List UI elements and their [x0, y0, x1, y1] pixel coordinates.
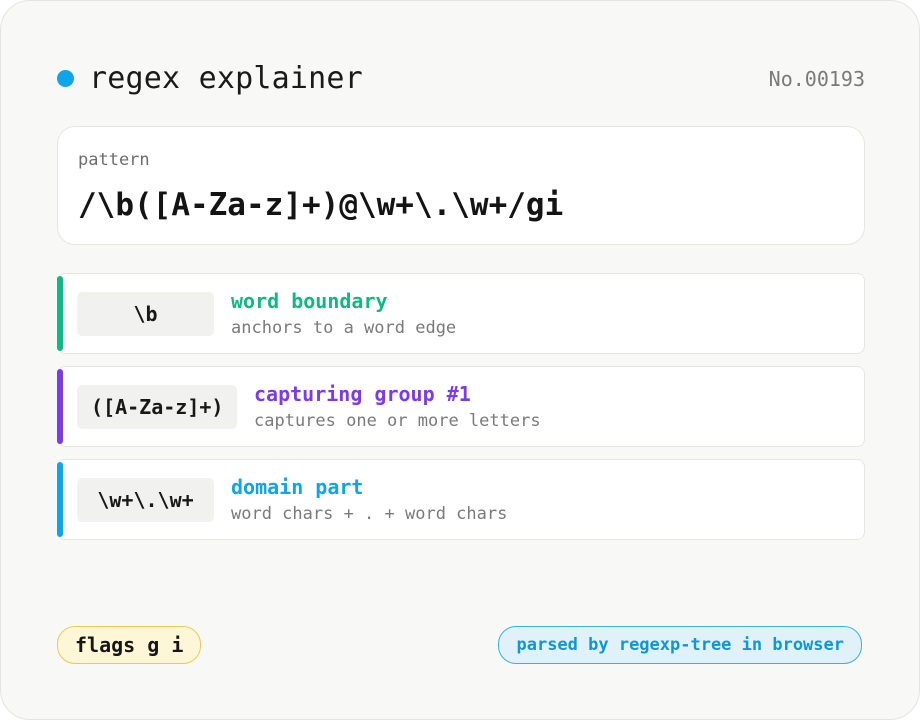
token-chip: \w+\.\w+ [77, 478, 214, 522]
pattern-panel[interactable]: pattern /\b([A-Za-z]+)@\w+\.\w+/gi [57, 126, 865, 245]
token-color-bar [57, 369, 63, 444]
token-name: domain part [231, 475, 364, 499]
token-name: word boundary [231, 289, 388, 313]
header: regex explainer No.00193 [57, 57, 865, 101]
token-info: capturing group #1 captures one or more … [254, 381, 541, 433]
token-chip: ([A-Za-z]+) [77, 385, 238, 429]
token-description: captures one or more letters [254, 411, 541, 431]
serial-number: No.00193 [768, 67, 865, 91]
token-row-capturing-group[interactable]: ([A-Za-z]+) capturing group #1 captures … [57, 366, 865, 447]
token-name: capturing group #1 [254, 382, 471, 406]
token-list: \b word boundary anchors to a word edge … [57, 273, 865, 552]
token-color-bar [57, 276, 63, 351]
pattern-label: pattern [78, 150, 150, 170]
token-chip: \b [77, 292, 214, 336]
token-description: word chars + . + word chars [231, 504, 508, 524]
token-info: domain part word chars + . + word chars [231, 474, 507, 526]
token-row-word-boundary[interactable]: \b word boundary anchors to a word edge [57, 273, 865, 354]
regex-explainer-card: regex explainer No.00193 pattern /\b([A-… [0, 0, 920, 720]
token-row-domain-part[interactable]: \w+\.\w+ domain part word chars + . + wo… [57, 459, 865, 540]
parser-badge: parsed by regexp-tree in browser [498, 626, 862, 664]
pattern-value[interactable]: /\b([A-Za-z]+)@\w+\.\w+/gi [78, 185, 563, 225]
token-color-bar [57, 462, 63, 537]
status-dot-icon [57, 70, 74, 87]
token-info: word boundary anchors to a word edge [231, 288, 456, 340]
flags-badge: flags g i [57, 626, 202, 664]
app-title: regex explainer [89, 61, 363, 96]
token-description: anchors to a word edge [231, 318, 457, 338]
